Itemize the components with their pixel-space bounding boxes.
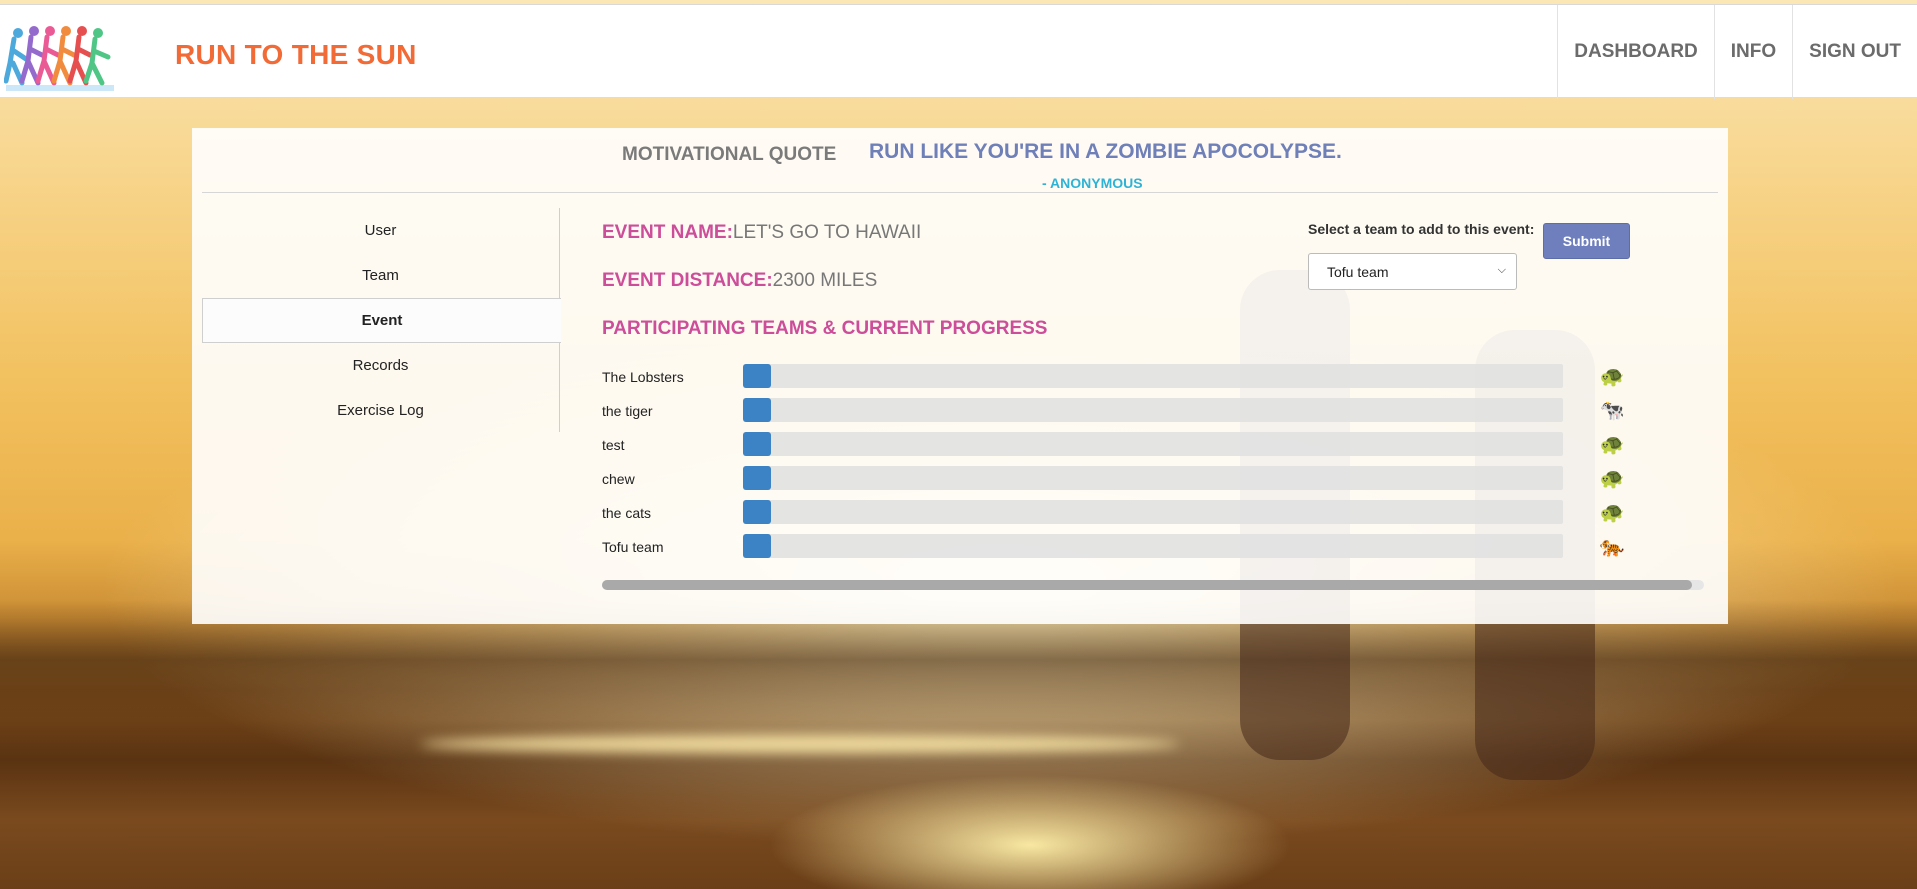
progress-track	[743, 432, 1563, 456]
team-row: test 🐢	[602, 429, 1624, 463]
team-progress-list: The Lobsters 🐢 the tiger 🐄 test 🐢 chew 🐢…	[602, 361, 1624, 565]
team-row: the tiger 🐄	[602, 395, 1624, 429]
horizontal-scrollbar[interactable]	[602, 580, 1704, 590]
progress-fill	[743, 432, 771, 456]
event-name-label: EVENT NAME:	[602, 222, 733, 243]
event-distance-value: 2300 MILES	[772, 270, 878, 291]
team-name: the cats	[602, 505, 652, 521]
team-name: the tiger	[602, 403, 653, 419]
event-distance: EVENT DISTANCE:2300 MILES	[602, 270, 877, 292]
turtle-icon: 🐢	[1599, 366, 1625, 388]
quote-text: RUN LIKE YOU'RE IN A ZOMBIE APOCOLYPSE.	[869, 140, 1342, 163]
sidebar-item-event[interactable]: Event	[202, 298, 561, 343]
progress-track	[743, 466, 1563, 490]
quote-divider	[202, 192, 1718, 193]
event-name-value: LET'S GO TO HAWAII	[732, 222, 922, 243]
scrollbar-thumb[interactable]	[602, 580, 1692, 590]
main-panel: MOTIVATIONAL QUOTE RUN LIKE YOU'RE IN A …	[192, 128, 1728, 624]
team-name: test	[602, 437, 625, 453]
quote-author: - ANONYMOUS	[1042, 175, 1143, 191]
background-water-glare	[420, 735, 1180, 753]
progress-track	[743, 500, 1563, 524]
submit-button[interactable]: Submit	[1543, 223, 1630, 259]
nav-sign-out[interactable]: SIGN OUT	[1792, 5, 1917, 99]
team-name: The Lobsters	[602, 369, 684, 385]
top-header: RUN TO THE SUN DASHBOARD INFO SIGN OUT	[0, 4, 1917, 99]
team-select-value: Tofu team	[1327, 263, 1389, 280]
team-row: The Lobsters 🐢	[602, 361, 1624, 395]
app-title[interactable]: RUN TO THE SUN	[175, 39, 417, 71]
sidebar-item-user[interactable]: User	[202, 208, 559, 253]
turtle-icon: 🐢	[1599, 502, 1625, 524]
turtle-icon: 🐢	[1599, 434, 1625, 456]
team-name: Tofu team	[602, 539, 664, 555]
chevron-down-icon: ⌵	[1497, 264, 1506, 276]
progress-fill	[743, 364, 771, 388]
sidebar-item-team[interactable]: Team	[202, 253, 559, 298]
cow-icon: 🐄	[1599, 400, 1625, 422]
turtle-icon: 🐢	[1599, 468, 1625, 490]
team-name: chew	[602, 471, 635, 487]
sidebar-menu: User Team Event Records Exercise Log	[202, 208, 561, 433]
progress-fill	[743, 398, 771, 422]
runners-logo-icon[interactable]	[4, 23, 116, 93]
event-distance-label: EVENT DISTANCE:	[602, 270, 773, 291]
progress-track	[743, 534, 1563, 558]
progress-track	[743, 398, 1563, 422]
team-row: Tofu team 🐅	[602, 531, 1624, 565]
nav-info[interactable]: INFO	[1713, 5, 1792, 99]
tiger-icon: 🐅	[1599, 536, 1625, 558]
team-select-label: Select a team to add to this event:	[1308, 221, 1535, 237]
quote-label: MOTIVATIONAL QUOTE	[622, 144, 837, 165]
event-name: EVENT NAME:LET'S GO TO HAWAII	[602, 222, 921, 244]
progress-fill	[743, 466, 771, 490]
progress-title: PARTICIPATING TEAMS & CURRENT PROGRESS	[602, 318, 1048, 339]
nav-dashboard[interactable]: DASHBOARD	[1557, 5, 1714, 99]
sidebar-item-records[interactable]: Records	[202, 343, 559, 388]
progress-track	[743, 364, 1563, 388]
quote-banner: MOTIVATIONAL QUOTE RUN LIKE YOU'RE IN A …	[192, 128, 1728, 193]
team-row: chew 🐢	[602, 463, 1624, 497]
sidebar-item-exercise-log[interactable]: Exercise Log	[202, 388, 559, 433]
top-nav: DASHBOARD INFO SIGN OUT	[1557, 5, 1917, 99]
progress-fill	[743, 534, 771, 558]
progress-fill	[743, 500, 771, 524]
team-row: the cats 🐢	[602, 497, 1624, 531]
team-select[interactable]: Tofu team ⌵	[1308, 253, 1517, 290]
